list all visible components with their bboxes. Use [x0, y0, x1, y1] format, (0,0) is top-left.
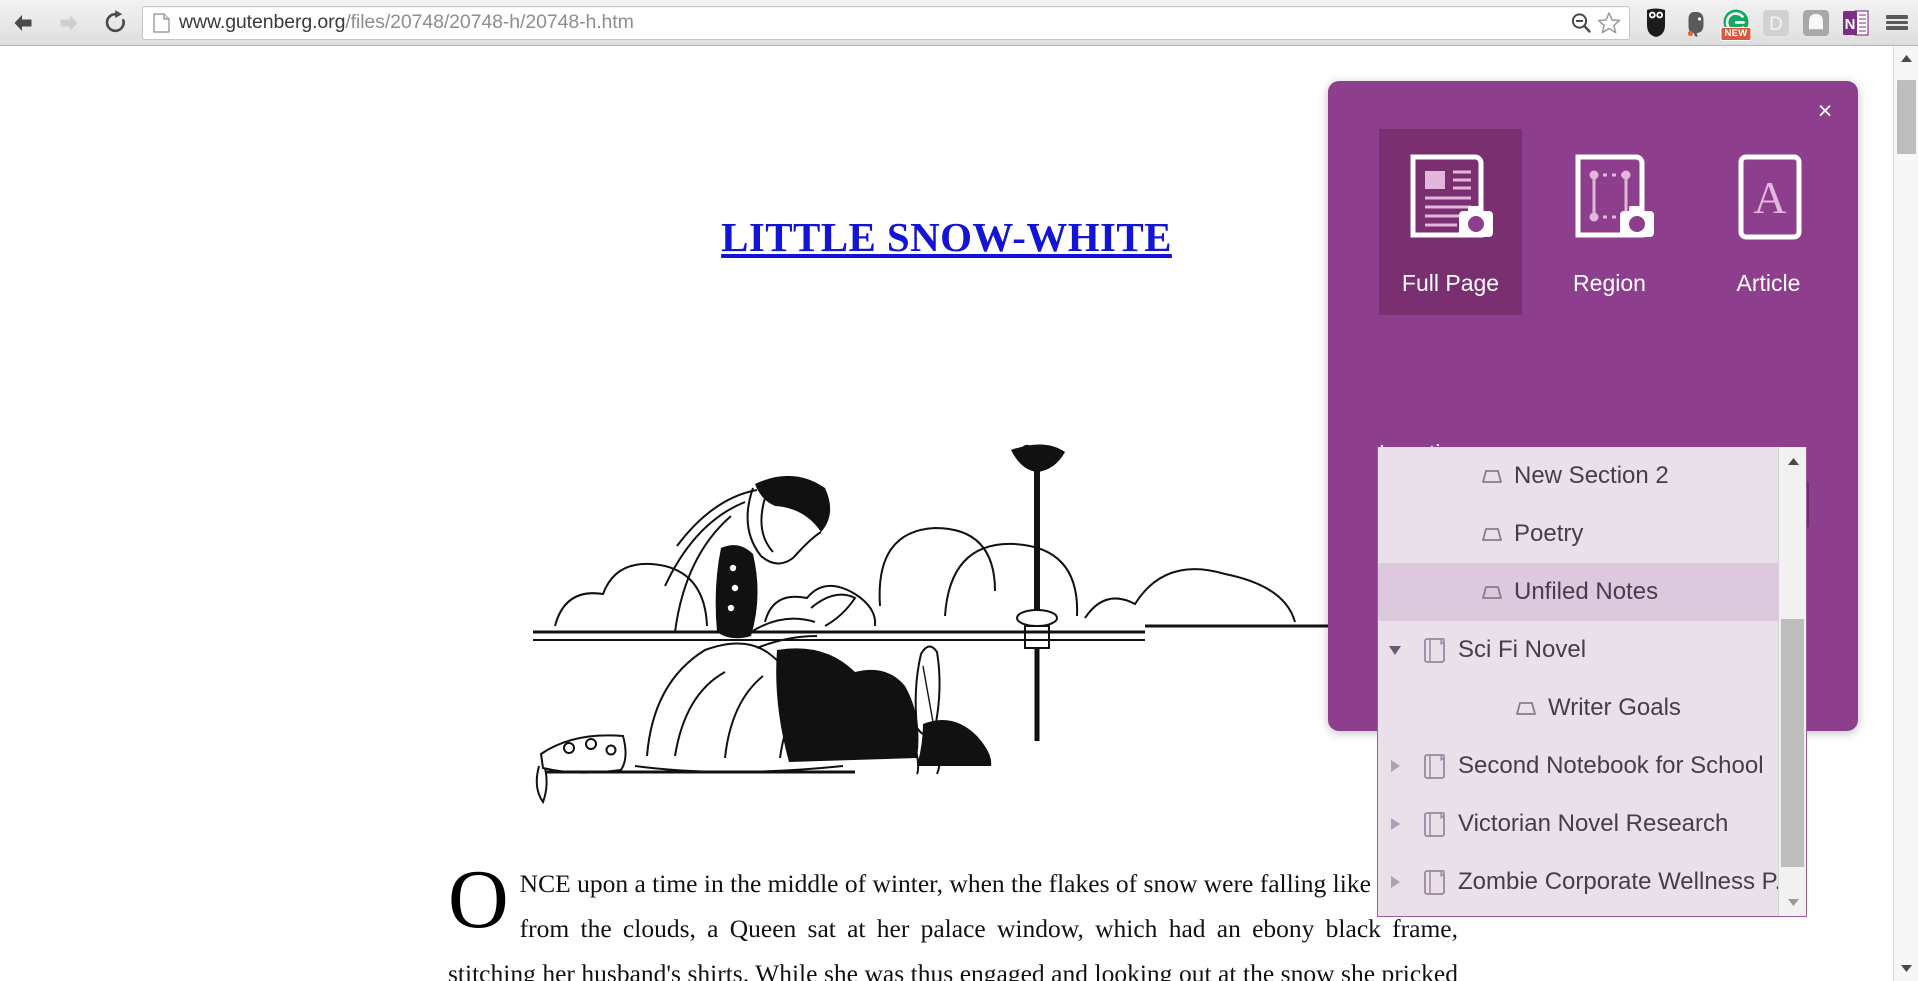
- dropdown-item-notebook[interactable]: Victorian Novel Research: [1378, 795, 1778, 853]
- drop-cap: O: [448, 853, 509, 946]
- clip-mode-label: Region: [1573, 269, 1646, 296]
- dropdown-item-section[interactable]: New Section 2: [1378, 447, 1778, 505]
- ghost-icon: [1803, 9, 1829, 36]
- reload-icon: [105, 10, 125, 33]
- close-button[interactable]: ×: [1806, 92, 1844, 130]
- twisty-expanded-icon[interactable]: [1378, 643, 1412, 657]
- dictionary-extension-icon[interactable]: D: [1759, 6, 1793, 40]
- region-clip-icon: [1564, 148, 1656, 254]
- dropdown-item-label: Second Notebook for School: [1458, 752, 1764, 779]
- dropdown-scroll-up-button[interactable]: [1779, 447, 1807, 475]
- svg-text:N: N: [1845, 16, 1856, 33]
- snow-white-illustration: [533, 444, 1353, 805]
- section-icon: [1468, 582, 1514, 602]
- twisty-collapsed-icon[interactable]: [1378, 758, 1412, 774]
- clip-mode-full-page[interactable]: Full Page: [1379, 129, 1522, 315]
- notebook-icon: [1412, 635, 1458, 665]
- notebook-icon: [1412, 751, 1458, 781]
- scroll-down-button[interactable]: [1894, 956, 1918, 981]
- dropdown-item-section[interactable]: Writer Goals: [1378, 679, 1778, 737]
- notebook-tree: New Section 2 Poetry Unfiled Notes Sci Fi N…: [1378, 447, 1778, 916]
- star-icon: [1597, 11, 1621, 33]
- zoom-out-button[interactable]: [1567, 9, 1595, 37]
- arrow-right-icon: [60, 14, 78, 31]
- page-scrollbar[interactable]: [1893, 46, 1918, 981]
- dropdown-item-label: Zombie Corporate Wellness P.: [1458, 868, 1778, 895]
- letter-d-icon: D: [1763, 9, 1789, 36]
- url-text: www.gutenberg.org/files/20748/20748-h/20…: [179, 11, 634, 33]
- reload-button[interactable]: [92, 0, 138, 46]
- onenote-clipper-extension-icon[interactable]: N: [1839, 6, 1873, 40]
- browser-toolbar: www.gutenberg.org/files/20748/20748-h/20…: [0, 0, 1918, 46]
- scroll-up-arrow-icon: [1901, 55, 1912, 62]
- owl-icon: [1647, 8, 1665, 37]
- dropdown-scrollbar-thumb[interactable]: [1781, 619, 1804, 867]
- dropdown-scroll-down-button[interactable]: [1779, 888, 1807, 916]
- document-icon: [153, 12, 170, 33]
- dropdown-item-notebook[interactable]: Sci Fi Novel: [1378, 621, 1778, 679]
- dropdown-item-section[interactable]: Poetry: [1378, 505, 1778, 563]
- dropdown-item-label: Sci Fi Novel: [1458, 636, 1587, 663]
- full-page-clip-icon: [1405, 148, 1497, 254]
- body-paragraph: O NCE upon a time in the middle of winter…: [448, 853, 1458, 981]
- dropdown-item-notebook[interactable]: Second Notebook for School: [1378, 737, 1778, 795]
- zoom-out-icon: [1571, 12, 1591, 33]
- clip-mode-region[interactable]: Region: [1538, 129, 1681, 315]
- svg-text:D: D: [1769, 14, 1783, 35]
- close-icon: ×: [1817, 96, 1833, 125]
- twisty-collapsed-icon[interactable]: [1378, 874, 1412, 890]
- arrow-left-icon: [14, 14, 32, 31]
- new-badge: NEW: [1720, 26, 1752, 41]
- dropdown-item-label: Victorian Novel Research: [1458, 810, 1729, 837]
- clip-mode-row: Full Page Region A Article: [1379, 129, 1840, 315]
- article-clip-icon: A: [1723, 148, 1815, 254]
- clip-mode-article[interactable]: A Article: [1697, 129, 1840, 315]
- ghostery-extension-icon[interactable]: [1799, 6, 1833, 40]
- scroll-down-arrow-icon: [1901, 965, 1912, 972]
- dropdown-item-section[interactable]: Unfiled Notes: [1378, 563, 1778, 621]
- browser-menu-button[interactable]: [1876, 0, 1918, 46]
- onenote-icon: N: [1843, 9, 1869, 36]
- scrollbar-thumb[interactable]: [1897, 80, 1916, 154]
- scroll-up-arrow-icon: [1787, 457, 1799, 465]
- section-icon: [1468, 524, 1514, 544]
- back-button[interactable]: [0, 0, 46, 46]
- dropdown-scrollbar[interactable]: [1778, 447, 1806, 916]
- clip-mode-label: Full Page: [1401, 269, 1500, 296]
- section-icon: [1468, 466, 1514, 486]
- dropdown-item-label: New Section 2: [1514, 462, 1669, 489]
- notebook-icon: [1412, 809, 1458, 839]
- section-icon: [1502, 698, 1548, 718]
- dropdown-item-label: Writer Goals: [1548, 694, 1681, 721]
- owl-extension-icon[interactable]: [1639, 6, 1673, 40]
- body-text: NCE upon a time in the middle of winter,…: [448, 869, 1458, 981]
- clip-mode-label: Article: [1736, 269, 1801, 296]
- grammarly-extension-icon[interactable]: NEW: [1719, 6, 1753, 41]
- twisty-collapsed-icon[interactable]: [1378, 816, 1412, 832]
- scroll-up-button[interactable]: [1894, 46, 1918, 71]
- dropdown-item-label: Unfiled Notes: [1514, 578, 1659, 605]
- bookmark-button[interactable]: [1595, 9, 1623, 37]
- svg-text:A: A: [1753, 172, 1786, 223]
- location-dropdown: New Section 2 Poetry Unfiled Notes Sci Fi N…: [1377, 447, 1807, 917]
- forward-button[interactable]: [46, 0, 92, 46]
- evernote-extension-icon[interactable]: [1679, 6, 1713, 40]
- scroll-down-arrow-icon: [1787, 898, 1799, 906]
- notebook-icon: [1412, 867, 1458, 897]
- elephant-icon: [1687, 11, 1704, 36]
- address-bar[interactable]: www.gutenberg.org/files/20748/20748-h/20…: [142, 5, 1630, 40]
- dropdown-item-notebook[interactable]: Zombie Corporate Wellness P.: [1378, 853, 1778, 911]
- hamburger-menu-icon: [1886, 13, 1908, 32]
- dropdown-item-label: Poetry: [1514, 520, 1584, 547]
